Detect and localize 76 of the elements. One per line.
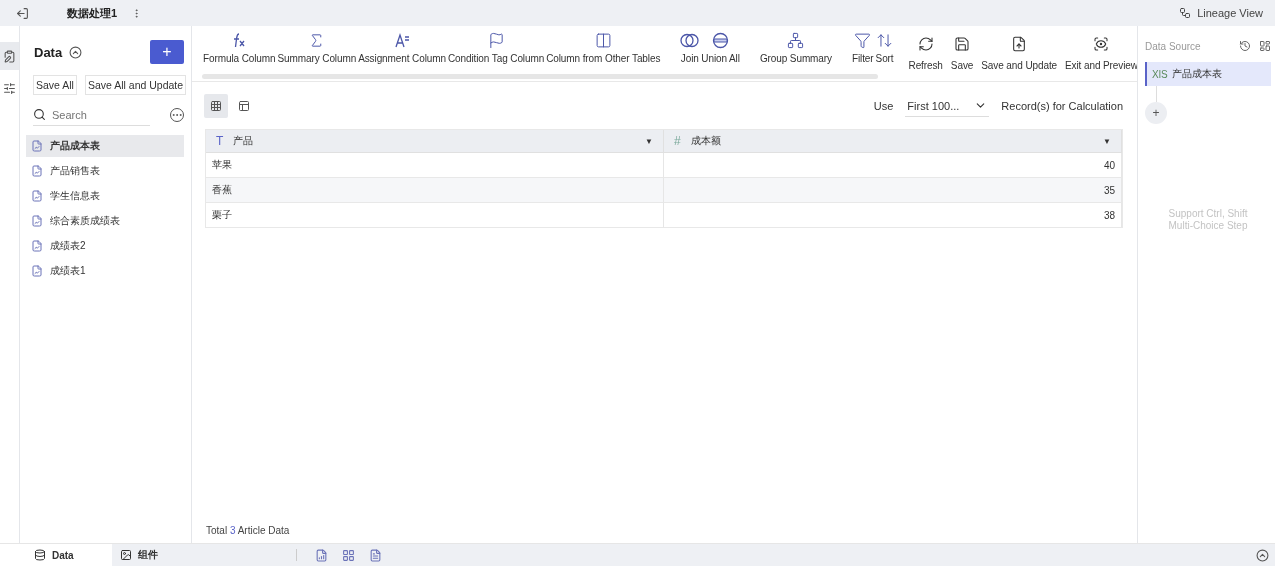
sort-icon [876,32,894,49]
data-source-node[interactable]: XlS 产品成本表 [1145,62,1271,86]
add-report-icon[interactable] [369,548,382,562]
toolbar-button[interactable]: Formula Column [202,32,277,64]
database-icon [34,549,46,561]
toolbar-button[interactable]: Summary Column [276,32,358,64]
table-list-item[interactable]: 产品成本表 [26,135,184,157]
columns-icon [594,32,612,49]
filter-icon [854,32,872,49]
table-cell: 38 [664,203,1122,228]
search-field[interactable]: Search [52,104,132,125]
chart-file-icon [31,240,43,252]
clipboard-edit-icon[interactable] [0,42,19,70]
save-icon [954,36,971,52]
chart-file-icon [31,140,43,152]
chart-file-icon [31,215,43,227]
layout-icon[interactable] [1259,40,1271,52]
add-chart-icon[interactable] [315,548,328,562]
lineage-view-button[interactable]: Lineage View [1179,7,1263,19]
toolbar-button[interactable]: Union All [700,32,741,64]
bottom-tab[interactable]: 组件 [112,544,292,566]
search-icon [33,108,46,121]
hierarchy-icon [787,32,805,49]
history-icon[interactable] [1239,40,1251,52]
overlap-circles-icon [680,32,700,49]
add-step-button[interactable]: + [1145,102,1167,124]
table-cell: 35 [664,178,1122,203]
hint-text: Support Ctrl, Shift Multi-Choice Step [1167,208,1249,232]
data-source-title: Data Source [1145,40,1201,52]
table-cell: 栗子 [206,203,664,228]
column-header[interactable]: # 成本额 ▼ [664,130,1122,153]
column-header[interactable]: T 产品 ▼ [206,130,664,153]
exit-icon[interactable] [16,6,29,20]
chart-file-icon [31,165,43,177]
table-list-item[interactable]: 成绩表1 [26,260,184,282]
refresh-icon [917,36,934,52]
collapse-icon[interactable] [69,45,83,59]
table-list-item[interactable]: 综合素质成绩表 [26,210,184,232]
window-title: 数据处理1 [67,5,118,21]
table-list-item[interactable]: 产品销售表 [26,160,184,182]
chart-file-icon [31,265,43,277]
toolbar-button[interactable]: Condition Tag Column [446,32,546,64]
toolbar-button[interactable]: Exit and Preview [1063,32,1137,71]
table-list-item[interactable]: 成绩表2 [26,235,184,257]
table-cell: 40 [664,153,1122,178]
records-label: Record(s) for Calculation [1001,100,1123,112]
chart-file-icon [31,190,43,202]
add-button[interactable]: + [150,40,184,64]
expand-icon[interactable] [1256,548,1269,562]
grid-view-icon[interactable] [204,94,228,118]
save-all-update-button[interactable]: Save All and Update [84,75,187,95]
toolbar-button[interactable]: Save and Update [979,32,1060,71]
file-upload-icon [1011,36,1028,52]
toolbar-button[interactable]: Save [948,32,976,71]
save-all-button[interactable]: Save All [33,75,77,95]
panel-title: Data [34,44,63,60]
add-grid-icon[interactable] [342,548,355,562]
toolbar-button[interactable]: Refresh [906,32,945,71]
toolbar-button[interactable]: Column from Other Tables [545,32,662,64]
toolbar-button[interactable]: Join [679,32,701,64]
flow-icon [1179,7,1192,19]
flag-icon [487,32,505,49]
table-list-item[interactable]: 学生信息表 [26,185,184,207]
total-count-text: Total 3 Article Data [205,525,291,538]
eye-scan-icon [1093,36,1110,52]
toolbar-button[interactable]: Assignment Column [357,32,447,64]
scrollbar[interactable] [202,74,878,79]
toolbar-button[interactable]: Sort [874,32,895,64]
toolbar-button[interactable]: Group Summary [758,32,833,64]
use-label: Use [873,100,894,112]
image-icon [120,549,132,561]
toolbar-button[interactable]: Filter [850,32,875,64]
stacked-circle-icon [712,32,730,49]
table-cell: 香蕉 [206,178,664,203]
table-cell: 苹果 [206,153,664,178]
letter-equals-icon [393,32,411,49]
